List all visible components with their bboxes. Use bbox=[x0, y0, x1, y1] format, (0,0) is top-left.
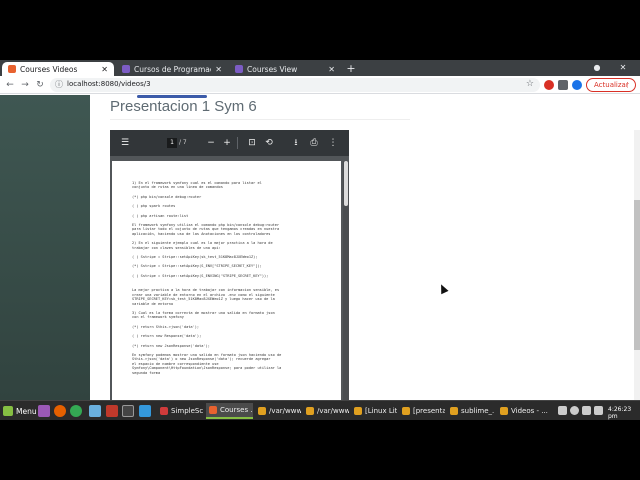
browser-toolbar: ← → ↻ ⓘ localhost:8080/videos/3 ☆ Actual… bbox=[0, 76, 640, 94]
address-bar[interactable]: ⓘ localhost:8080/videos/3 ☆ bbox=[50, 78, 540, 92]
window-app-icon bbox=[209, 406, 217, 414]
pdf-more-icon[interactable]: ⋮ bbox=[328, 138, 338, 148]
clipboard-icon[interactable] bbox=[582, 406, 591, 415]
pdf-scrollbar[interactable] bbox=[343, 161, 349, 400]
window-app-icon bbox=[354, 407, 362, 415]
pdf-toolbar: ☰ 1 / 7 − + ⊡ ⟲ ⭳ ⎙ ⋮ bbox=[110, 130, 349, 156]
taskbar-window-button[interactable]: Courses ... bbox=[206, 403, 253, 419]
browser-menu-icon[interactable]: ⋮ bbox=[624, 79, 631, 91]
new-tab-button[interactable]: + bbox=[344, 62, 358, 76]
taskbar-window-label: SimpleSc... bbox=[171, 407, 204, 415]
files-icon[interactable] bbox=[89, 405, 101, 417]
close-window-icon[interactable]: ✕ bbox=[618, 63, 628, 73]
volume-icon[interactable] bbox=[594, 406, 603, 415]
pdf-page-total: / 7 bbox=[179, 139, 187, 146]
tab-label: Courses Videos bbox=[20, 64, 78, 74]
network-icon[interactable] bbox=[558, 406, 567, 415]
start-menu-label: Menu bbox=[16, 406, 37, 416]
screen: Courses Videos ✕ Cursos de Programación … bbox=[0, 60, 640, 420]
taskbar-window-button[interactable]: SimpleSc... bbox=[157, 403, 204, 419]
pdf-text-line: segunda forma bbox=[132, 370, 161, 375]
firefox-icon[interactable] bbox=[54, 405, 66, 417]
pdf-menu-icon[interactable]: ☰ bbox=[120, 138, 130, 148]
profile-avatar-icon[interactable] bbox=[572, 80, 582, 90]
toolbar-divider bbox=[237, 137, 238, 149]
mint-logo-icon bbox=[3, 406, 13, 416]
tab-cursos-de-programacion[interactable]: Cursos de Programación ✕ bbox=[116, 62, 228, 76]
taskbar-window-label: /var/www... bbox=[269, 407, 301, 415]
taskbar-window-label: Courses ... bbox=[220, 406, 253, 414]
download-icon[interactable]: ⭳ bbox=[291, 138, 301, 148]
taskbar-window-button[interactable]: /var/www... bbox=[303, 403, 349, 419]
window-app-icon bbox=[160, 407, 168, 415]
extensions-puzzle-icon[interactable] bbox=[558, 80, 568, 90]
taskbar-window-label: [Linux Lit... bbox=[365, 407, 397, 415]
tab-courses-videos[interactable]: Courses Videos ✕ bbox=[2, 62, 114, 76]
bookmark-star-icon[interactable]: ☆ bbox=[526, 79, 534, 89]
window-app-icon bbox=[306, 407, 314, 415]
update-button[interactable]: Actualizar ⋮ bbox=[586, 78, 636, 92]
reload-icon[interactable]: ↻ bbox=[34, 79, 46, 91]
terminal-icon[interactable] bbox=[122, 405, 134, 417]
pdf-scrollbar-thumb[interactable] bbox=[344, 161, 348, 206]
tab-search-icon[interactable]: ● bbox=[592, 63, 602, 73]
tab-label: Courses View bbox=[247, 64, 298, 74]
sidebar-background bbox=[0, 95, 90, 400]
taskbar-window-button[interactable]: sublime_... bbox=[447, 403, 495, 419]
zoom-out-icon[interactable]: − bbox=[206, 138, 216, 148]
start-menu-button[interactable]: Menu bbox=[3, 404, 37, 418]
launcher-icon[interactable] bbox=[38, 405, 50, 417]
forward-icon[interactable]: → bbox=[19, 79, 31, 91]
taskbar-window-button[interactable]: [presenta... bbox=[399, 403, 445, 419]
taskbar-window-label: Videos - ... bbox=[511, 407, 548, 415]
fit-page-icon[interactable]: ⊡ bbox=[247, 138, 257, 148]
window-app-icon bbox=[258, 407, 266, 415]
taskbar-window-button[interactable]: Videos - ... bbox=[497, 403, 549, 419]
taskbar-window-label: sublime_... bbox=[461, 407, 495, 415]
url-text[interactable]: localhost:8080/videos/3 bbox=[67, 80, 151, 88]
pdf-page-input[interactable]: 1 bbox=[167, 138, 177, 148]
taskbar-window-label: /var/www... bbox=[317, 407, 349, 415]
taskbar: Menu SimpleSc... Courses ... /var/www... /v… bbox=[0, 400, 640, 420]
zoom-in-icon[interactable]: + bbox=[222, 138, 232, 148]
app-icon[interactable] bbox=[139, 405, 151, 417]
tab-favicon-icon bbox=[8, 65, 16, 73]
update-manager-icon[interactable] bbox=[570, 406, 579, 415]
title-divider bbox=[110, 119, 410, 120]
browser-tab-strip: Courses Videos ✕ Cursos de Programación … bbox=[0, 60, 640, 76]
pdf-viewer: ☰ 1 / 7 − + ⊡ ⟲ ⭳ ⎙ ⋮ 1) En el framework… bbox=[110, 130, 349, 400]
taskbar-window-button[interactable]: /var/www... bbox=[255, 403, 301, 419]
tab-close-icon[interactable]: ✕ bbox=[215, 65, 222, 74]
page-viewport: Presentacion 1 Sym 6 ☰ 1 / 7 − + ⊡ ⟲ ⭳ ⎙… bbox=[0, 95, 640, 420]
tab-close-icon[interactable]: ✕ bbox=[328, 65, 335, 74]
back-icon[interactable]: ← bbox=[4, 79, 16, 91]
print-icon[interactable]: ⎙ bbox=[309, 138, 319, 148]
page-scrollbar-thumb[interactable] bbox=[634, 200, 640, 350]
tab-close-icon[interactable]: ✕ bbox=[101, 65, 108, 74]
tab-favicon-icon bbox=[235, 65, 243, 73]
page-scrollbar[interactable] bbox=[634, 130, 640, 420]
window-app-icon bbox=[500, 407, 508, 415]
rotate-icon[interactable]: ⟲ bbox=[264, 138, 274, 148]
tab-courses-view[interactable]: Courses View ✕ bbox=[229, 62, 341, 76]
tab-label: Cursos de Programación bbox=[134, 64, 211, 74]
window-app-icon bbox=[402, 407, 410, 415]
extension-icon[interactable] bbox=[544, 80, 554, 90]
site-info-icon[interactable]: ⓘ bbox=[55, 79, 63, 90]
app-icon[interactable] bbox=[106, 405, 118, 417]
tab-favicon-icon bbox=[122, 65, 130, 73]
taskbar-window-button[interactable]: [Linux Lit... bbox=[351, 403, 397, 419]
taskbar-window-label: [presenta... bbox=[413, 407, 445, 415]
window-app-icon bbox=[450, 407, 458, 415]
page-title: Presentacion 1 Sym 6 bbox=[110, 98, 257, 115]
pdf-page: 1) En el framework symfony cual es el co… bbox=[112, 161, 341, 400]
clock[interactable]: 4:26:23 pm bbox=[608, 406, 640, 420]
chrome-icon[interactable] bbox=[70, 405, 82, 417]
